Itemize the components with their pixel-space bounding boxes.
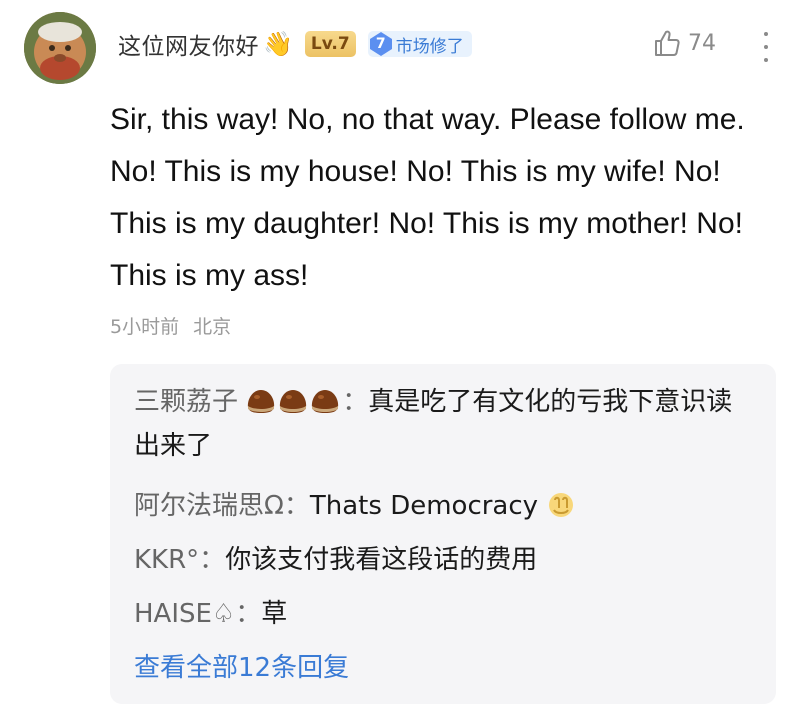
reply-author[interactable]: HAISE♤ (134, 599, 235, 629)
avatar[interactable] (24, 12, 96, 84)
replies-panel: 三颗荔子 ：真是吃了有文化的亏我下意识读出来了 阿尔法瑞思Ω：Thats Dem… (110, 364, 776, 704)
comment-meta: 5小时前 北京 (110, 312, 231, 339)
level-badge: Lv.7 (304, 31, 356, 57)
fan-tag-badge[interactable]: 7 市场修了 (367, 31, 472, 57)
comment-header: 这位网友你好 👋 Lv.7 7 市场修了 (118, 22, 472, 66)
chestnut-icon (248, 390, 275, 413)
like-button[interactable]: 74 (652, 28, 716, 58)
reply-item[interactable]: 阿尔法瑞思Ω：Thats Democracy (134, 484, 744, 528)
chestnut-icon (280, 390, 307, 413)
reply-separator: ： (199, 545, 226, 575)
reply-separator: ： (342, 387, 369, 417)
waving-hand-icon: 👋 (263, 30, 293, 58)
thumbs-up-icon (655, 30, 680, 56)
avatar-image (24, 12, 96, 84)
reply-separator: ： (235, 599, 262, 629)
comment-text: Sir, this way! No, no that way. Please f… (110, 103, 745, 292)
tag-label: 市场修了 (395, 36, 464, 57)
reply-text: 你该支付我看这段话的费用 (225, 545, 538, 575)
chestnut-icons (238, 387, 342, 417)
chestnut-icon (312, 390, 339, 413)
reply-text: Thats Democracy (309, 491, 539, 521)
clapping-hands-icon (549, 493, 574, 517)
reply-separator: ： (283, 491, 310, 521)
reply-author[interactable]: KKR° (134, 545, 199, 575)
comment-location: 北京 (193, 316, 232, 338)
reply-item[interactable]: KKR°：你该支付我看这段话的费用 (134, 538, 744, 582)
reply-author[interactable]: 阿尔法瑞思Ω (134, 491, 284, 521)
reply-item[interactable]: HAISE♤：草 (134, 592, 744, 636)
tag-number: 7 (375, 36, 386, 52)
username[interactable]: 这位网友你好 (118, 27, 259, 61)
reply-text: 草 (261, 599, 288, 629)
reply-author[interactable]: 三颗荔子 (134, 387, 238, 417)
diamond-icon: 7 (368, 31, 394, 57)
more-vertical-icon[interactable] (762, 32, 770, 62)
comment-time: 5小时前 (110, 316, 180, 338)
reply-item[interactable]: 三颗荔子 ：真是吃了有文化的亏我下意识读出来了 (134, 380, 744, 468)
view-all-replies-link[interactable]: 查看全部12条回复 (134, 646, 349, 690)
like-count: 74 (688, 30, 716, 56)
